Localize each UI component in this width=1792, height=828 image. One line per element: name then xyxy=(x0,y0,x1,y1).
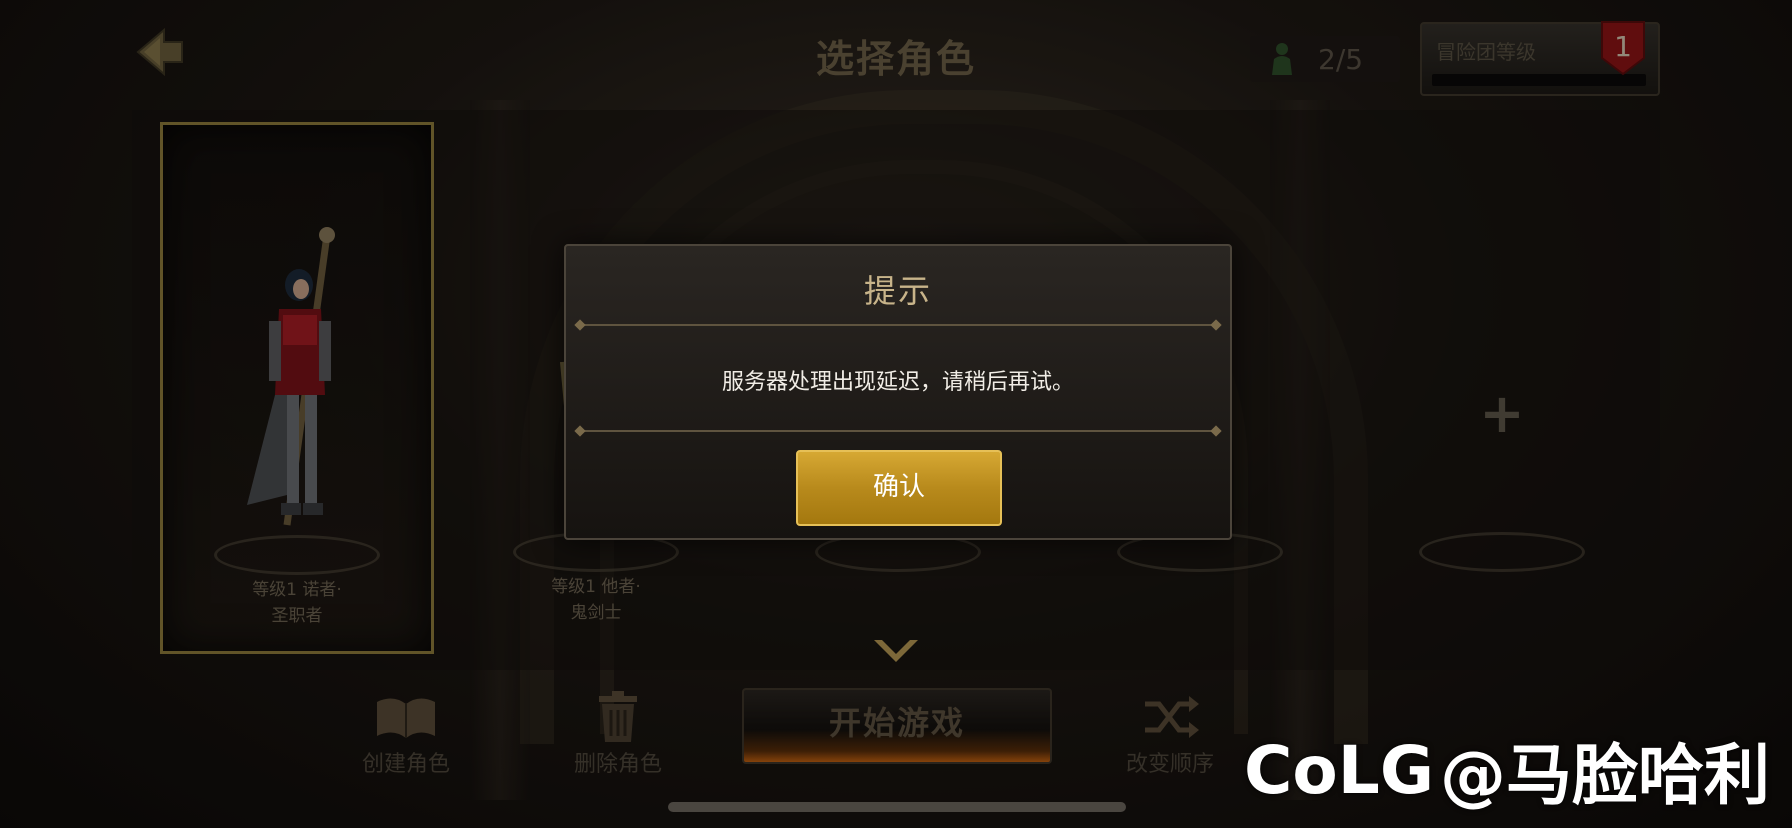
confirm-button[interactable]: 确认 xyxy=(796,450,1002,526)
dialog-title: 提示 xyxy=(863,272,932,310)
watermark-handle: @马脸哈利 xyxy=(1440,737,1771,814)
dialog-divider-bottom xyxy=(578,430,1218,432)
colg-logo: CoLG xyxy=(1244,731,1435,809)
home-indicator[interactable] xyxy=(668,802,1126,812)
dialog-divider-top xyxy=(578,324,1218,326)
notice-dialog: 提示 服务器处理出现延迟，请稍后再试。 确认 xyxy=(564,244,1232,540)
dialog-message: 服务器处理出现延迟，请稍后再试。 xyxy=(721,370,1074,395)
character-select-screen: 选择角色 2/5 冒险团等级 1 等级1 诺者· 圣职者 等级1 他者· 鬼剑士… xyxy=(0,0,1792,828)
watermark: CoLG @马脸哈利 xyxy=(1244,722,1770,818)
